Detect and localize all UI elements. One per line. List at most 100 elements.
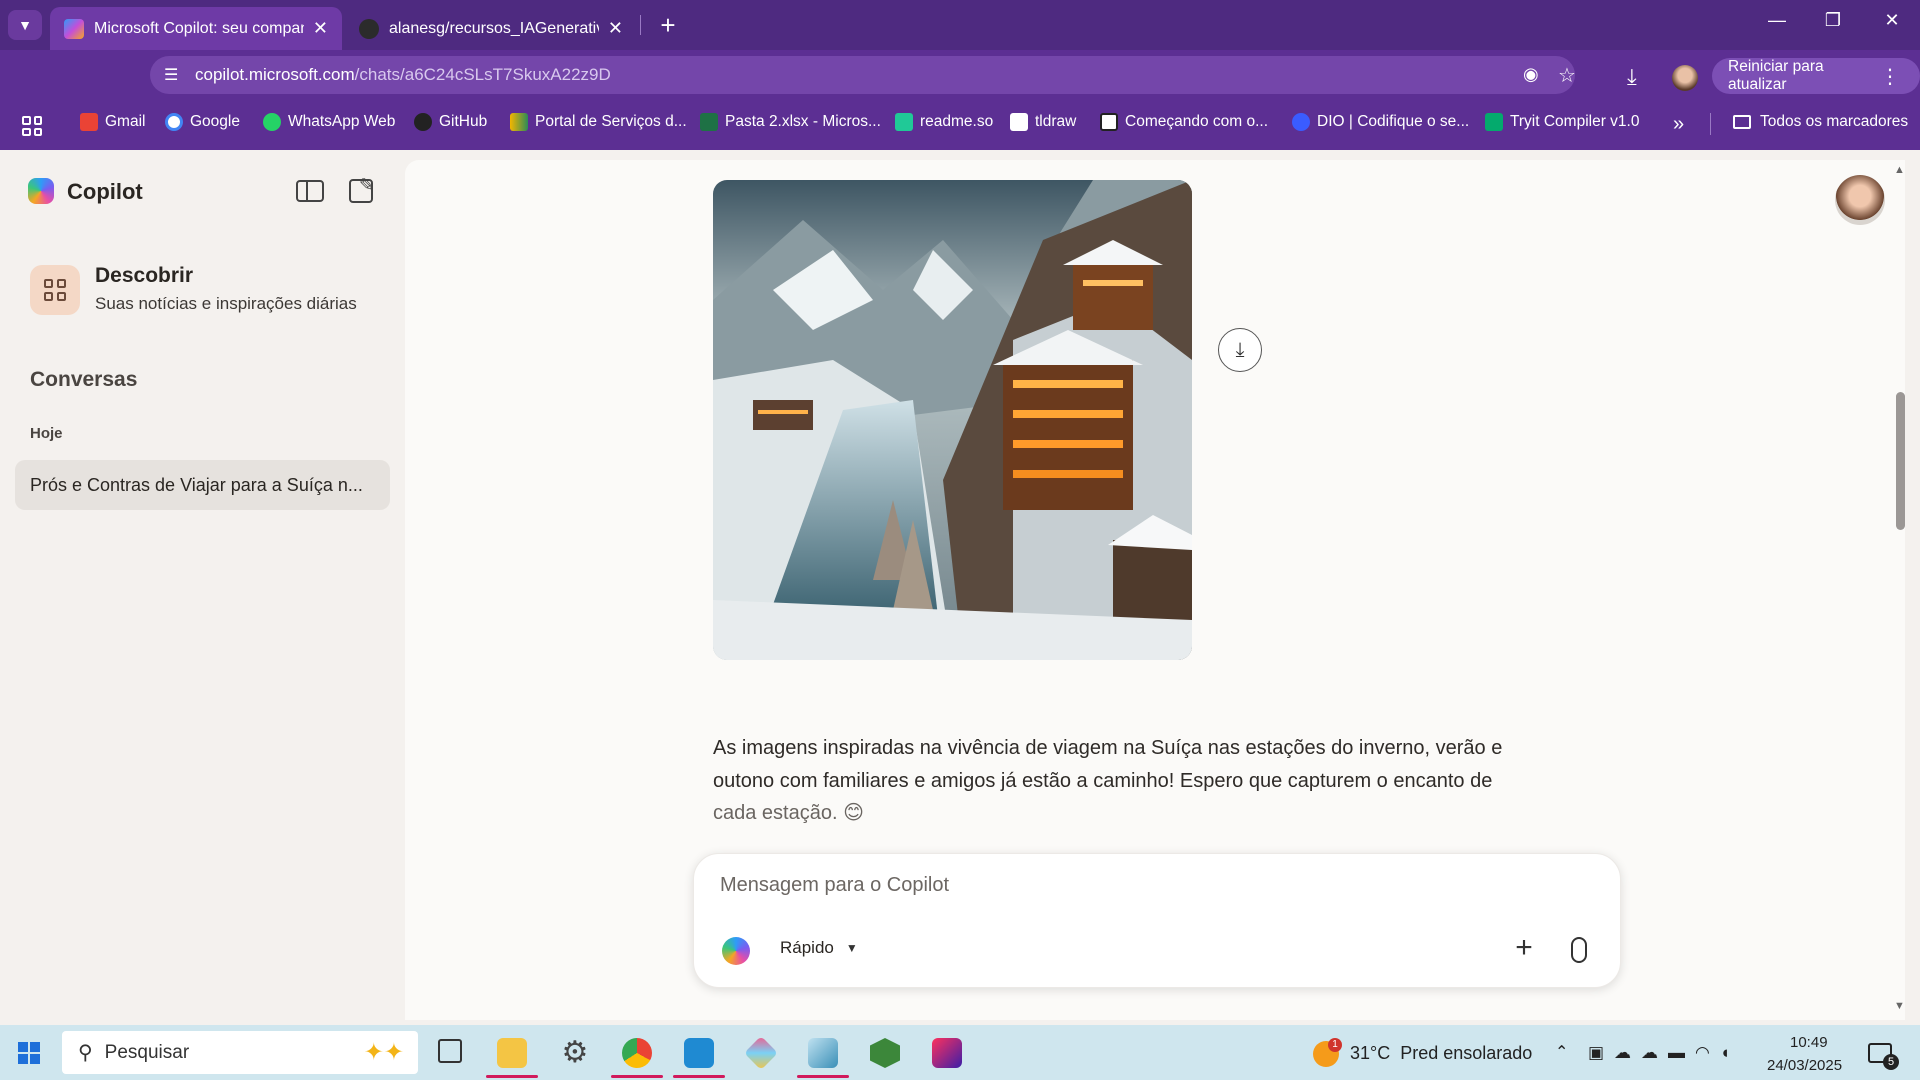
mode-label: Rápido [780, 938, 834, 957]
conversations-heading: Conversas [30, 368, 138, 391]
message-line: outono com familiares e amigos já estão … [713, 769, 1493, 792]
bookmark-notion[interactable]: Começando com o... [1100, 113, 1268, 131]
message-input[interactable]: Mensagem para o Copilot [720, 874, 1580, 906]
scroll-down-arrow[interactable]: ▼ [1894, 1000, 1905, 1012]
bookmark-tldraw[interactable]: tldraw [1010, 113, 1076, 131]
today-label: Hoje [30, 425, 63, 442]
tray-chevron-icon[interactable]: ⌃ [1555, 1042, 1568, 1062]
bookmark-tryit[interactable]: Tryit Compiler v1.0 [1485, 113, 1639, 131]
discover-item[interactable]: Descobrir Suas notícias e inspirações di… [22, 258, 392, 328]
tab-title: alanesg/recursos_IAGenerativa_ [389, 19, 599, 37]
url-host: copilot.microsoft.com [195, 65, 355, 84]
clock-time[interactable]: 10:49 [1790, 1034, 1828, 1051]
whatsapp-icon [263, 113, 281, 131]
download-image-button[interactable]: ⤓ [1218, 328, 1262, 372]
chevron-down-icon: ▼ [845, 941, 858, 955]
bookmark-dio[interactable]: DIO | Codifique o se... [1292, 113, 1469, 131]
restart-label: Reiniciar para atualizar [1728, 58, 1824, 93]
message-line: cada estação. 😊 [713, 802, 864, 824]
chat-area: ⤓ As imagens inspiradas na vivência de v… [405, 160, 1905, 1020]
github-icon [359, 18, 379, 39]
tray-icons: ▣☁☁▬◠◖ [1588, 1043, 1741, 1062]
address-bar[interactable]: ☰ copilot.microsoft.com/chats/a6C24cSLsT… [150, 56, 1576, 94]
google-icon [165, 113, 183, 131]
weather-text[interactable]: 31°C Pred ensolarado [1350, 1043, 1532, 1064]
restore-icon[interactable]: ❐ [1813, 10, 1853, 31]
bookmark-readme[interactable]: readme.so [895, 113, 993, 131]
tab-search-button[interactable]: ▼ [8, 10, 42, 40]
copilot-sparkle-icon: ✦✦ [363, 1039, 404, 1066]
new-tab-button[interactable]: + [650, 8, 686, 42]
file-explorer-icon[interactable] [497, 1038, 527, 1068]
search-placeholder: Pesquisar [104, 1041, 190, 1063]
bookmarks-divider [1710, 113, 1711, 135]
bookmark-gmail[interactable]: Gmail [80, 113, 145, 131]
bookmark-google[interactable]: Google [165, 113, 240, 131]
profile-avatar[interactable] [1672, 65, 1698, 91]
window-close-icon[interactable]: ✕ [1872, 10, 1912, 31]
readme-icon [895, 113, 913, 131]
tab-title: Microsoft Copilot: seu companh [94, 19, 304, 37]
notification-count: 5 [1883, 1054, 1899, 1070]
apps-grid-icon[interactable] [22, 116, 42, 136]
more-bookmarks-icon[interactable]: » [1673, 113, 1684, 136]
copilot-mode-icon [722, 937, 750, 965]
running-indicator [797, 1075, 849, 1078]
tab-github[interactable]: alanesg/recursos_IAGenerativa_ ✕ [345, 7, 637, 50]
close-icon[interactable]: ✕ [313, 18, 328, 39]
settings-icon[interactable]: ⚙ [560, 1038, 590, 1068]
url-path: /chats/a6C24cSLsT7SkuxA22z9D [354, 65, 611, 84]
composer: Mensagem para o Copilot Rápido ▼ + [693, 853, 1621, 988]
dio-icon [1292, 113, 1310, 131]
generated-image[interactable] [713, 180, 1192, 660]
conversation-item[interactable]: Prós e Contras de Viajar para a Suíça n.… [15, 460, 390, 510]
scrollbar-thumb[interactable] [1896, 392, 1905, 530]
copilot-logo-icon [28, 178, 54, 204]
taskbar-search[interactable]: ⚲ Pesquisar ✦✦ [62, 1031, 418, 1074]
all-bookmarks[interactable]: Todos os marcadores [1733, 113, 1908, 131]
github-icon [414, 113, 432, 131]
new-chat-icon[interactable]: ✎ [349, 175, 374, 203]
notepad-icon[interactable] [808, 1038, 838, 1068]
mode-selector[interactable]: Rápido ▼ [780, 938, 858, 958]
swiss-village-illustration [713, 180, 1192, 660]
tab-copilot[interactable]: Microsoft Copilot: seu companh ✕ [50, 7, 342, 50]
microphone-icon[interactable] [1571, 937, 1587, 963]
bookmark-whatsapp[interactable]: WhatsApp Web [263, 113, 395, 131]
tab-divider [640, 15, 641, 35]
folder-icon [1733, 115, 1751, 129]
copilot-favicon-icon [64, 18, 84, 39]
eye-off-icon[interactable]: ◉ [1523, 64, 1539, 85]
windows-start-icon[interactable] [18, 1042, 40, 1064]
copilot-page: Copilot ✎ Descobrir Suas notícias e insp… [0, 150, 1920, 1025]
bookmark-portal[interactable]: Portal de Serviços d... [510, 113, 687, 131]
bookmark-github[interactable]: GitHub [414, 113, 487, 131]
conversation-title: Prós e Contras de Viajar para a Suíça n.… [30, 474, 363, 495]
minimize-icon[interactable]: — [1757, 10, 1797, 31]
more-menu-icon[interactable]: ⋮ [1880, 64, 1900, 89]
add-attachment-button[interactable]: + [1506, 930, 1542, 966]
excel-icon [700, 113, 718, 131]
sidebar-toggle-icon[interactable] [296, 180, 324, 202]
discover-subtitle: Suas notícias e inspirações diárias [95, 294, 357, 313]
sidebar: Copilot ✎ Descobrir Suas notícias e insp… [0, 150, 405, 1025]
tab-strip: ▼ Microsoft Copilot: seu companh ✕ alane… [0, 0, 1920, 50]
scroll-up-arrow[interactable]: ▲ [1894, 164, 1905, 176]
vscode-icon[interactable] [684, 1038, 714, 1068]
bookmark-excel[interactable]: Pasta 2.xlsx - Micros... [700, 113, 881, 131]
clock-date[interactable]: 24/03/2025 [1767, 1057, 1842, 1074]
download-icon[interactable]: ⤓ [1627, 64, 1637, 90]
task-view-icon[interactable] [438, 1039, 462, 1063]
chrome-icon[interactable] [622, 1038, 652, 1068]
user-avatar[interactable] [1835, 175, 1885, 225]
site-info-icon[interactable]: ☰ [164, 65, 178, 85]
close-icon[interactable]: ✕ [608, 18, 623, 39]
star-icon[interactable]: ☆ [1558, 63, 1576, 88]
brand-name: Copilot [67, 179, 143, 204]
intellij-icon[interactable] [932, 1038, 962, 1068]
tldraw-icon [1010, 113, 1028, 131]
restart-to-update-button[interactable]: Reiniciar para atualizar ⋮ [1712, 58, 1920, 94]
running-indicator [673, 1075, 725, 1078]
message-line: As imagens inspiradas na vivência de via… [713, 737, 1503, 759]
running-indicator [486, 1075, 538, 1078]
